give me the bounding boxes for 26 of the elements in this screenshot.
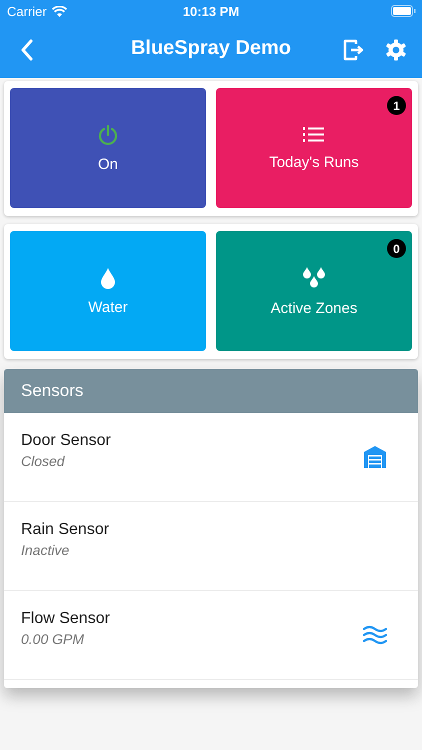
section-title: Sensors (21, 381, 84, 401)
sensor-name: Door Sensor (21, 432, 111, 450)
count-badge: 0 (387, 239, 406, 258)
numbered-list-icon (303, 126, 325, 144)
dashboard-tile[interactable]: Today's Runs 1 (216, 88, 412, 208)
sensor-row[interactable]: Flow Sensor 0.00 GPM (4, 591, 418, 680)
dashboard-tile[interactable]: Active Zones 0 (216, 231, 412, 351)
sensor-row[interactable]: Rain Sensor Inactive (4, 502, 418, 591)
sensor-status: Inactive (21, 542, 70, 558)
battery-icon (391, 5, 416, 17)
garage-icon (363, 445, 387, 469)
sensor-name: Flow Sensor (21, 610, 110, 628)
sensor-name: Rain Sensor (21, 520, 110, 538)
status-time: 10:13 PM (182, 4, 240, 18)
power-icon (97, 124, 119, 146)
dashboard-tile[interactable]: On (10, 88, 206, 208)
water-drop-icon (100, 266, 116, 288)
sensor-row[interactable]: Door Sensor Closed (4, 413, 418, 502)
water-drops-icon (301, 266, 327, 290)
screen-title: BlueSpray Demo (130, 37, 292, 60)
sensor-status: Closed (21, 452, 66, 468)
carrier-name: Carrier (7, 4, 47, 18)
sensor-status: 0.00 GPM (21, 630, 86, 646)
waves-icon (363, 625, 387, 645)
count-badge: 1 (387, 96, 406, 115)
wifi-icon (52, 6, 67, 16)
